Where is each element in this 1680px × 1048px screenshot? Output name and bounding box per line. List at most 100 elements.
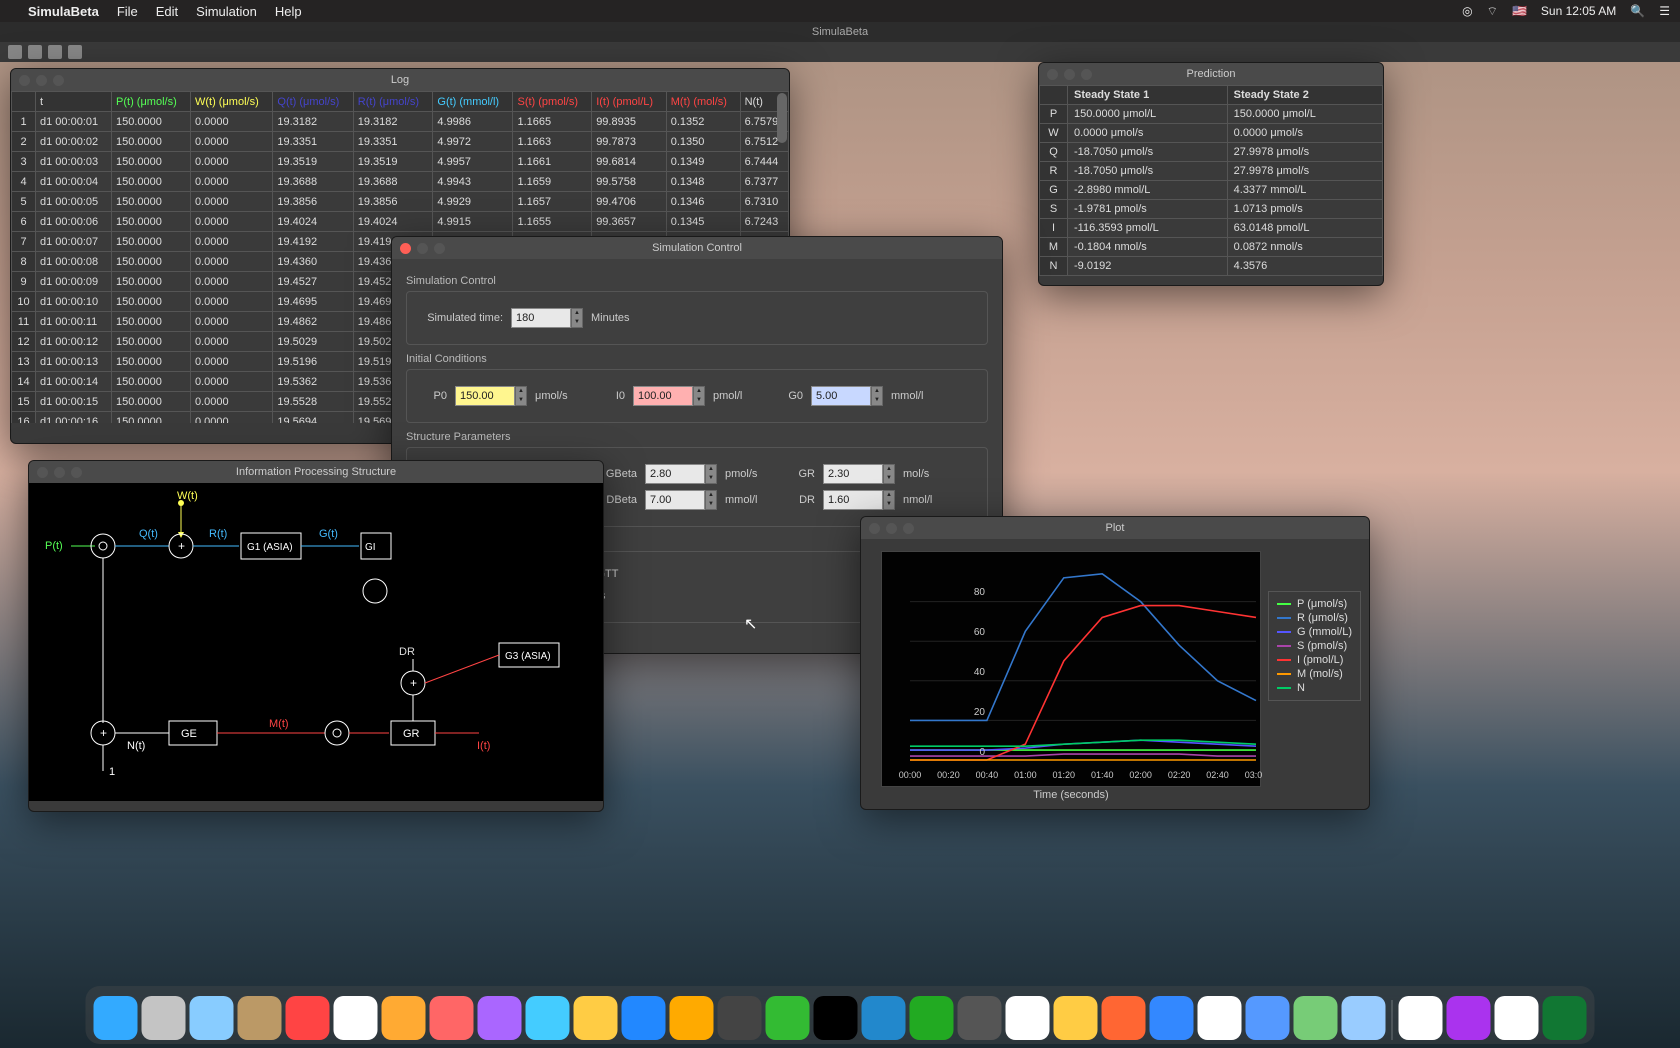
dock-app-icon[interactable] bbox=[1399, 996, 1443, 1040]
dock-app-icon[interactable] bbox=[910, 996, 954, 1040]
dock-app-icon[interactable] bbox=[958, 996, 1002, 1040]
dock-app-icon[interactable] bbox=[1198, 996, 1242, 1040]
table-row[interactable]: 3d1 00:00:03150.00000.000019.351919.3519… bbox=[12, 152, 789, 172]
log-header[interactable] bbox=[12, 92, 36, 112]
dbeta-field[interactable]: ▲▼ bbox=[645, 490, 717, 510]
dock-app-icon[interactable] bbox=[142, 996, 186, 1040]
log-header[interactable]: R(t) (μmol/s) bbox=[353, 92, 433, 112]
window-controls[interactable] bbox=[869, 523, 914, 534]
ips-window[interactable]: Information Processing Structure W(t) P(… bbox=[28, 460, 604, 812]
i0-input[interactable] bbox=[633, 386, 693, 406]
stepper-icon[interactable]: ▲▼ bbox=[693, 386, 705, 406]
window-controls[interactable] bbox=[400, 243, 445, 254]
dock-app-icon[interactable] bbox=[670, 996, 714, 1040]
app-toolbar[interactable] bbox=[0, 42, 1680, 62]
dock-app-icon[interactable] bbox=[718, 996, 762, 1040]
dock-app-icon[interactable] bbox=[1102, 996, 1146, 1040]
stepper-icon[interactable]: ▲▼ bbox=[871, 386, 883, 406]
p0-input[interactable] bbox=[455, 386, 515, 406]
table-row[interactable]: 4d1 00:00:04150.00000.000019.368819.3688… bbox=[12, 172, 789, 192]
plot-titlebar[interactable]: Plot bbox=[861, 517, 1369, 539]
dock-app-icon[interactable] bbox=[1150, 996, 1194, 1040]
dock-app-icon[interactable] bbox=[1495, 996, 1539, 1040]
dock-app-icon[interactable] bbox=[1447, 996, 1491, 1040]
dock-app-icon[interactable] bbox=[862, 996, 906, 1040]
log-header[interactable]: G(t) (mmol/l) bbox=[433, 92, 513, 112]
menu-edit[interactable]: Edit bbox=[156, 4, 178, 19]
prediction-titlebar[interactable]: Prediction bbox=[1039, 63, 1383, 85]
dock-app-icon[interactable] bbox=[526, 996, 570, 1040]
flag-icon[interactable]: 🇺🇸 bbox=[1512, 4, 1527, 18]
log-header[interactable]: t bbox=[36, 92, 112, 112]
window-controls[interactable] bbox=[37, 467, 82, 478]
menu-help[interactable]: Help bbox=[275, 4, 302, 19]
window-controls[interactable] bbox=[19, 75, 64, 86]
gbeta-field[interactable]: ▲▼ bbox=[645, 464, 717, 484]
dr-input[interactable] bbox=[823, 490, 883, 510]
log-header[interactable]: M(t) (mol/s) bbox=[666, 92, 740, 112]
p0-field[interactable]: ▲▼ bbox=[455, 386, 527, 406]
dock-app-icon[interactable] bbox=[382, 996, 426, 1040]
ips-titlebar[interactable]: Information Processing Structure bbox=[29, 461, 603, 483]
dock-app-icon[interactable] bbox=[1543, 996, 1587, 1040]
dock-app-icon[interactable] bbox=[766, 996, 810, 1040]
prediction-window[interactable]: Prediction Steady State 1Steady State 2 … bbox=[1038, 62, 1384, 286]
toolbar-tool-icon[interactable] bbox=[68, 45, 82, 59]
stepper-icon[interactable]: ▲▼ bbox=[705, 490, 717, 510]
app-name[interactable]: SimulaBeta bbox=[28, 4, 99, 19]
dock-app-icon[interactable] bbox=[574, 996, 618, 1040]
spotlight-icon[interactable]: 🔍 bbox=[1630, 4, 1645, 18]
dock-app-icon[interactable] bbox=[1246, 996, 1290, 1040]
dock-app-icon[interactable] bbox=[1054, 996, 1098, 1040]
window-controls[interactable] bbox=[1047, 69, 1092, 80]
log-header[interactable]: S(t) (pmol/s) bbox=[513, 92, 592, 112]
table-row[interactable]: 1d1 00:00:01150.00000.000019.318219.3182… bbox=[12, 112, 789, 132]
dock-app-icon[interactable] bbox=[430, 996, 474, 1040]
table-row[interactable]: 5d1 00:00:05150.00000.000019.385619.3856… bbox=[12, 192, 789, 212]
dock-app-icon[interactable] bbox=[1294, 996, 1338, 1040]
toolbar-print-icon[interactable] bbox=[28, 45, 42, 59]
stepper-icon[interactable]: ▲▼ bbox=[571, 308, 583, 328]
gbeta-input[interactable] bbox=[645, 464, 705, 484]
log-header[interactable]: P(t) (μmol/s) bbox=[112, 92, 191, 112]
plot-window[interactable]: Plot 00:0000:2000:4001:0001:2001:4002:00… bbox=[860, 516, 1370, 810]
dock-app-icon[interactable] bbox=[286, 996, 330, 1040]
table-row[interactable]: 2d1 00:00:02150.00000.000019.335119.3351… bbox=[12, 132, 789, 152]
gr-field[interactable]: ▲▼ bbox=[823, 464, 895, 484]
scrollbar-thumb[interactable] bbox=[777, 93, 787, 143]
dock-app-icon[interactable] bbox=[190, 996, 234, 1040]
gr-input[interactable] bbox=[823, 464, 883, 484]
dock-app-icon[interactable] bbox=[94, 996, 138, 1040]
dock-app-icon[interactable] bbox=[622, 996, 666, 1040]
control-center-icon[interactable]: ☰ bbox=[1659, 4, 1670, 18]
log-titlebar[interactable]: Log bbox=[11, 69, 789, 91]
i0-field[interactable]: ▲▼ bbox=[633, 386, 705, 406]
clock[interactable]: Sun 12:05 AM bbox=[1541, 4, 1616, 18]
menu-file[interactable]: File bbox=[117, 4, 138, 19]
dock-app-icon[interactable] bbox=[814, 996, 858, 1040]
dock-app-icon[interactable] bbox=[334, 996, 378, 1040]
dock-app-icon[interactable] bbox=[1342, 996, 1386, 1040]
stepper-icon[interactable]: ▲▼ bbox=[883, 464, 895, 484]
airdrop-icon[interactable]: ◎ bbox=[1462, 4, 1472, 18]
wifi-icon[interactable]: ⌔ bbox=[1487, 4, 1498, 19]
g0-input[interactable] bbox=[811, 386, 871, 406]
simulated-time-field[interactable]: ▲▼ bbox=[511, 308, 583, 328]
g0-field[interactable]: ▲▼ bbox=[811, 386, 883, 406]
toolbar-new-icon[interactable] bbox=[8, 45, 22, 59]
dock-app-icon[interactable] bbox=[478, 996, 522, 1040]
dbeta-input[interactable] bbox=[645, 490, 705, 510]
dock[interactable] bbox=[86, 986, 1595, 1044]
dr-field[interactable]: ▲▼ bbox=[823, 490, 895, 510]
menu-simulation[interactable]: Simulation bbox=[196, 4, 257, 19]
simctrl-titlebar[interactable]: Simulation Control bbox=[392, 237, 1002, 259]
log-header[interactable]: Q(t) (μmol/s) bbox=[273, 92, 353, 112]
log-header[interactable]: I(t) (pmol/L) bbox=[592, 92, 667, 112]
simulated-time-input[interactable] bbox=[511, 308, 571, 328]
table-row[interactable]: 6d1 00:00:06150.00000.000019.402419.4024… bbox=[12, 212, 789, 232]
stepper-icon[interactable]: ▲▼ bbox=[515, 386, 527, 406]
toolbar-save-icon[interactable] bbox=[48, 45, 62, 59]
dock-app-icon[interactable] bbox=[238, 996, 282, 1040]
stepper-icon[interactable]: ▲▼ bbox=[883, 490, 895, 510]
dock-app-icon[interactable] bbox=[1006, 996, 1050, 1040]
